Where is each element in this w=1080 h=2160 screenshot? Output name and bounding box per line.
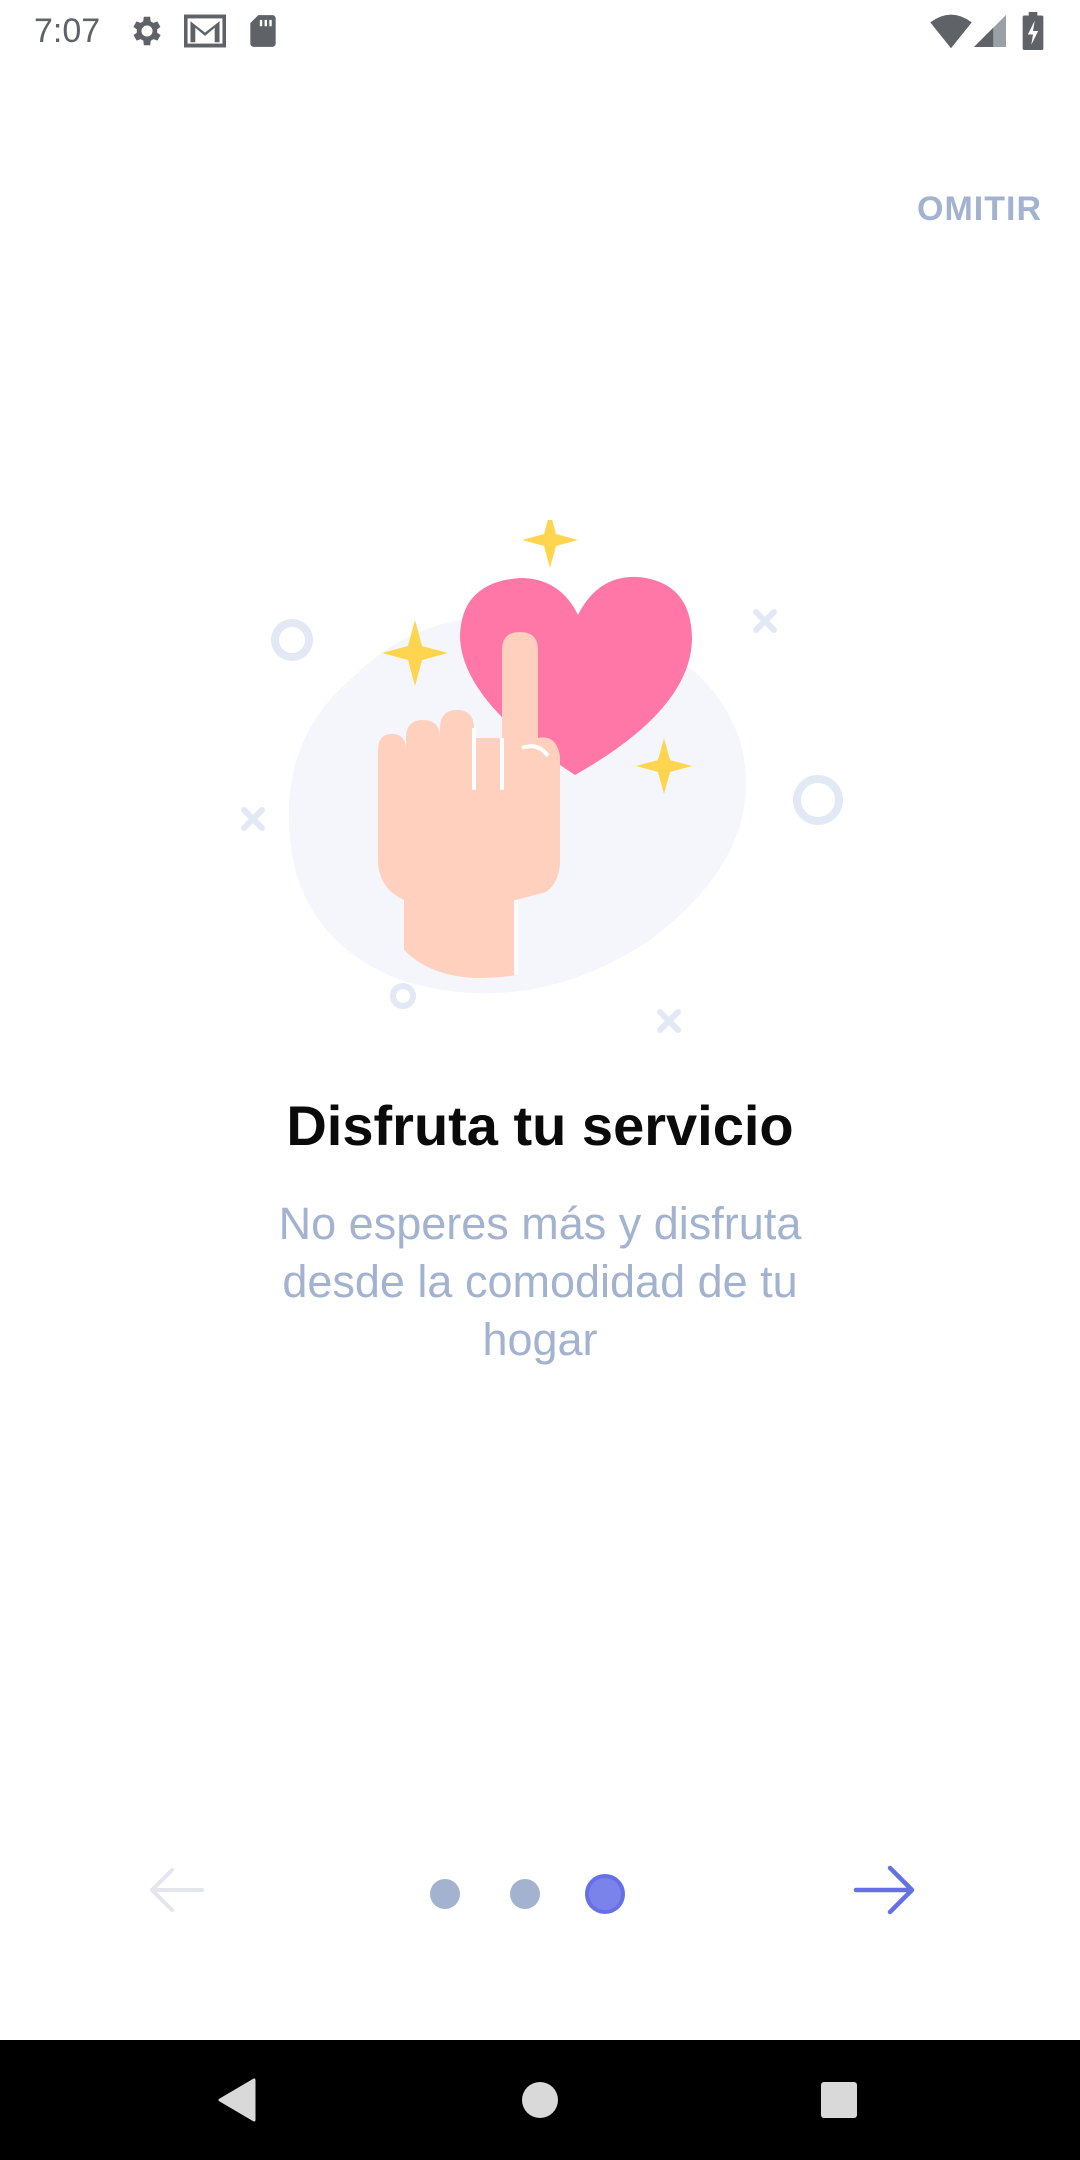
skip-button[interactable]: OMITIR [917,190,1042,229]
gmail-icon [184,14,226,48]
onboarding-subtitle: No esperes más y disfruta desde la comod… [278,1198,802,1365]
page-dot-1[interactable] [430,1879,460,1909]
sd-card-icon [250,15,276,47]
arrow-right-icon[interactable] [852,1862,918,1918]
system-navigation-bar [0,2040,1080,2160]
wifi-icon [930,14,972,49]
page-dot-2[interactable] [510,1879,540,1909]
gear-icon [133,16,161,46]
status-bar: 7:07 [0,0,1080,63]
recents-square-icon[interactable] [809,2070,869,2130]
home-circle-icon[interactable] [510,2070,570,2130]
signal-icon [974,15,1006,47]
back-triangle-icon[interactable] [208,2070,268,2130]
page-dot-3-active[interactable] [585,1874,625,1914]
onboarding-title: Disfruta tu servicio [286,1094,794,1157]
hand-heart-illustration [241,520,843,1033]
page-indicator [430,1873,650,1914]
arrow-left-icon[interactable] [146,1862,206,1918]
status-time: 7:07 [34,12,101,50]
battery-icon [1022,12,1044,50]
